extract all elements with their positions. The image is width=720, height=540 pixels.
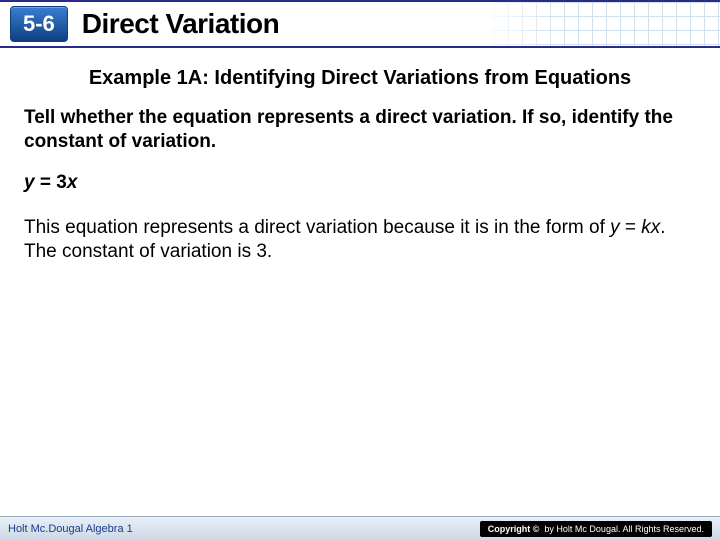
equation-coef: 3 [56,172,67,193]
explanation-form-eq: = [620,217,642,238]
header-grid-decoration [480,2,720,46]
equation-x: x [67,172,78,193]
lesson-number-badge: 5-6 [10,6,68,42]
explanation-text: This equation represents a direct variat… [24,216,696,265]
footer-copyright: Copyright © by Holt Mc Dougal. All Right… [480,521,712,537]
explanation-pre: This equation represents a direct variat… [24,217,610,238]
prompt-text: Tell whether the equation represents a d… [24,106,696,154]
equation: y = 3x [24,172,696,194]
footer-book-title: Holt Mc.Dougal Algebra 1 [8,523,133,535]
lesson-number: 5-6 [23,11,55,36]
example-heading: Example 1A: Identifying Direct Variation… [24,66,696,90]
equation-equals: = [35,172,57,193]
chapter-title: Direct Variation [82,8,279,40]
copyright-label: Copyright © [488,524,540,534]
explanation-form-k: kx [641,217,660,238]
explanation-form-y: y [610,217,620,238]
equation-y: y [24,172,35,193]
slide-content: Example 1A: Identifying Direct Variation… [0,48,720,265]
slide-footer: Holt Mc.Dougal Algebra 1 Copyright © by … [0,516,720,540]
copyright-text: by Holt Mc Dougal. All Rights Reserved. [544,524,704,534]
slide-header: 5-6 Direct Variation [0,0,720,48]
